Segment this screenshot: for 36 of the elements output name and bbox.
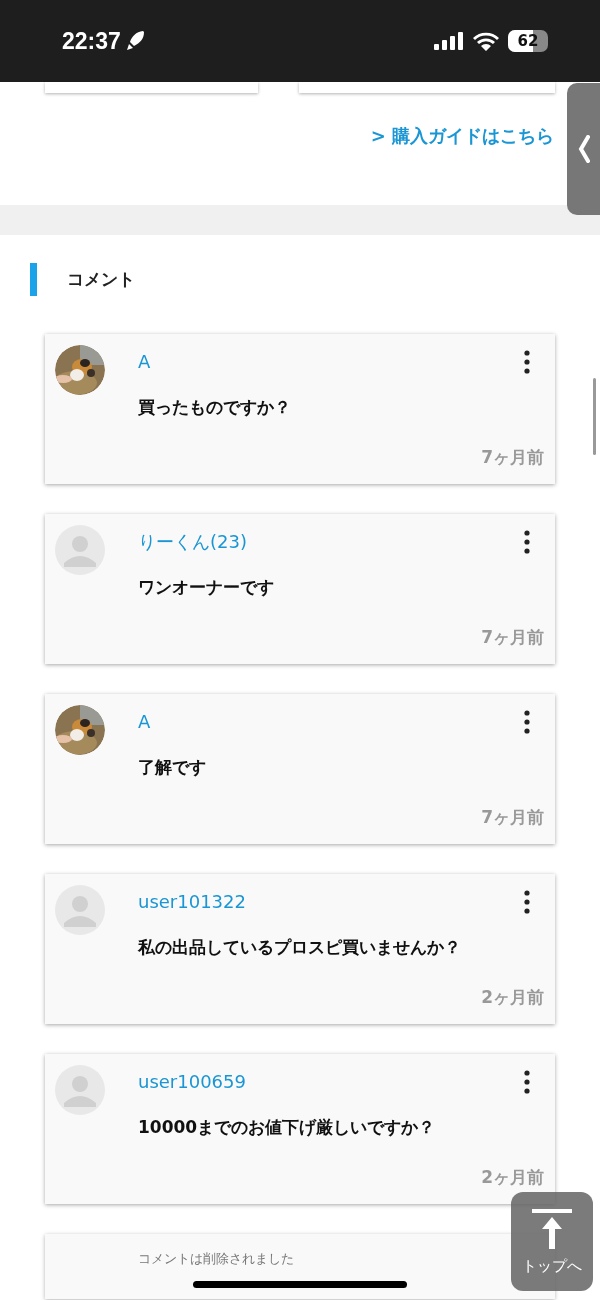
comment-time: 7ヶ月前 [481,805,544,829]
comment-time: 7ヶ月前 [481,445,544,469]
more-icon[interactable] [524,890,530,914]
avatar-icon [55,1065,105,1115]
comment-text: 10000までのお値下げ厳しいですか？ [138,1116,437,1139]
username-link[interactable]: A [138,708,151,735]
avatar-icon [55,885,105,935]
rocket-icon [124,30,145,52]
username-link[interactable]: りーくん(23) [138,528,247,555]
comment-time: 7ヶ月前 [481,625,544,649]
wifi-icon [472,31,500,51]
comment-text: 買ったものですか？ [138,396,292,419]
avatar-icon [55,525,105,575]
back-to-top-button[interactable]: トップへ [511,1192,593,1291]
more-icon[interactable] [524,1070,530,1094]
comment-text: ワンオーナーです [138,576,275,599]
username-link[interactable]: A [138,348,151,375]
arrow-up-icon [532,1209,572,1249]
comment-time: 2ヶ月前 [481,1165,544,1189]
comment-time: 2ヶ月前 [481,985,544,1009]
more-icon[interactable] [524,350,530,374]
battery-indicator: 62 [508,30,548,52]
comment-text: 了解です [138,756,207,779]
section-accent-bar [30,263,37,296]
username-link[interactable]: user101322 [138,888,246,915]
side-drawer-tab[interactable] [567,83,600,215]
chevron-left-icon [577,135,590,163]
clock-time: 22:37 [62,26,121,56]
section-title: コメント [67,267,135,291]
comment-text: 私の出品しているプロスピ買いませんか？ [138,936,462,959]
more-icon[interactable] [524,530,530,554]
more-icon[interactable] [524,710,530,734]
deleted-comment-text: コメントは削除されました [138,1251,294,1266]
username-link[interactable]: user100659 [138,1068,246,1095]
purchase-guide-link[interactable]: > 購入ガイドはこちら [370,122,554,205]
signal-icon [434,32,464,50]
